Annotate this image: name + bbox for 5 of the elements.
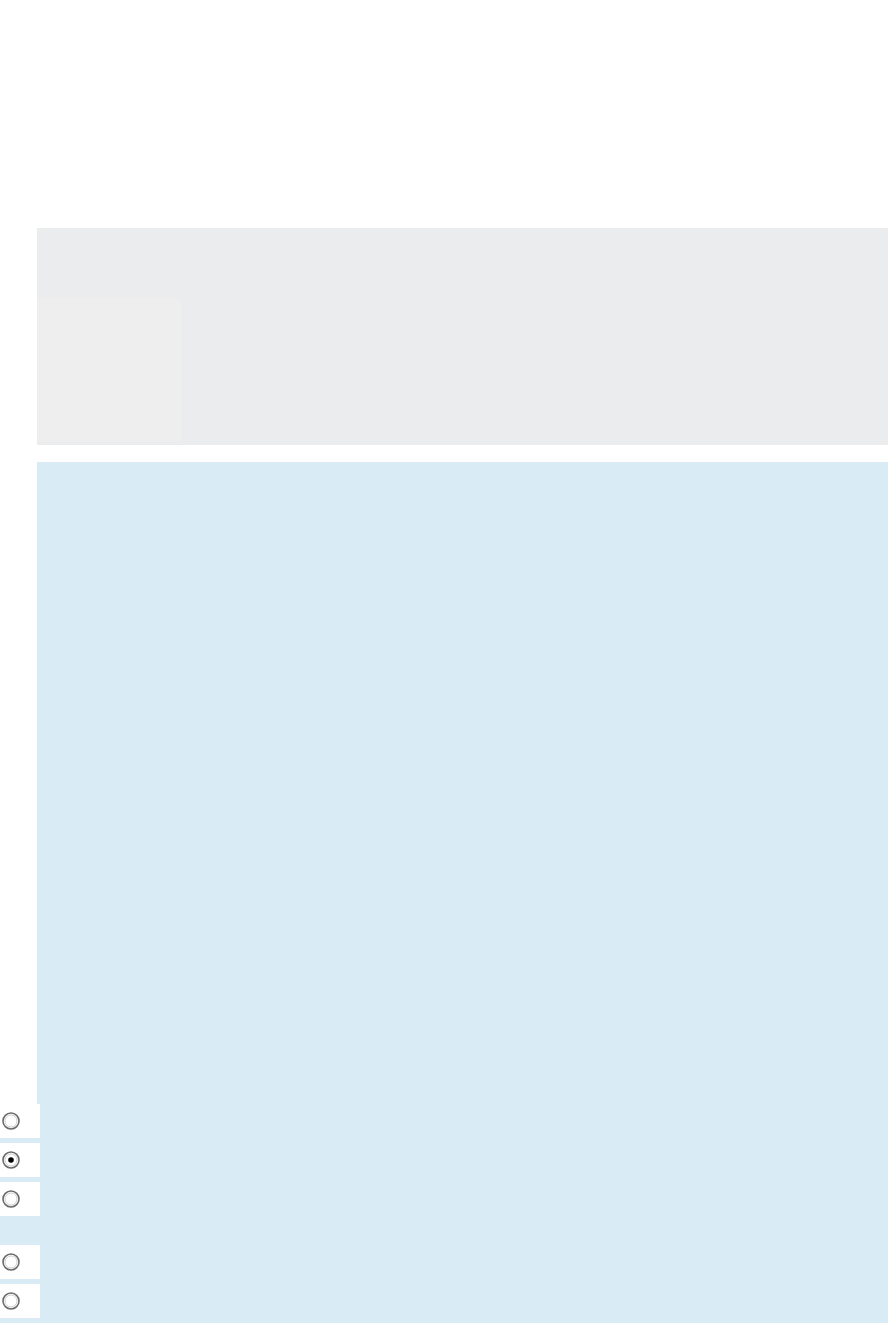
radio-option[interactable]: [0, 1284, 40, 1318]
radio-option[interactable]: [0, 1104, 40, 1138]
radio-option[interactable]: [0, 1245, 40, 1279]
radio-option[interactable]: [0, 1182, 40, 1216]
radio-option[interactable]: [0, 1143, 40, 1177]
